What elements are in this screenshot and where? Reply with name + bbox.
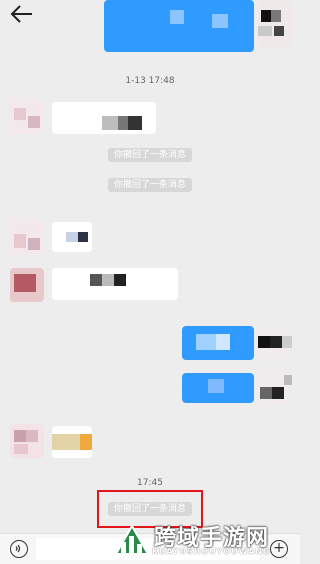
avatar-self[interactable] bbox=[258, 0, 292, 48]
site-watermark: 跨域手游网 KUAYUSHOUYOUWANG bbox=[112, 518, 300, 563]
avatar-self[interactable] bbox=[258, 326, 292, 360]
watermark-subtitle: KUAYUSHOUYOUWANG bbox=[152, 547, 271, 556]
message-bubble-self[interactable] bbox=[182, 373, 254, 403]
recalled-message-notice: 你撤回了一条消息 bbox=[107, 148, 193, 162]
recalled-message-notice: 你撤回了一条消息 bbox=[107, 178, 193, 192]
avatar-contact[interactable] bbox=[10, 268, 44, 302]
message-bubble-self[interactable] bbox=[104, 0, 254, 52]
message-bubble-contact[interactable] bbox=[52, 268, 178, 300]
message-bubble-contact[interactable] bbox=[52, 426, 92, 458]
message-bubble-contact[interactable] bbox=[52, 222, 92, 252]
message-bubble-contact[interactable] bbox=[52, 102, 156, 134]
watermark-logo-icon bbox=[114, 523, 150, 555]
avatar-contact[interactable] bbox=[10, 424, 44, 458]
message-bubble-self[interactable] bbox=[182, 326, 254, 360]
back-arrow-icon[interactable] bbox=[10, 4, 34, 24]
avatar-contact[interactable] bbox=[10, 100, 44, 134]
avatar-contact[interactable] bbox=[10, 220, 44, 254]
timestamp: 1-13 17:48 bbox=[125, 76, 175, 86]
timestamp: 17:45 bbox=[137, 478, 163, 488]
avatar-self[interactable] bbox=[258, 371, 292, 405]
message-list[interactable]: 1-13 17:48 你撤回了一条消息 你撤回了一条消息 17:45 你撤回了一… bbox=[0, 0, 300, 533]
voice-icon[interactable] bbox=[10, 540, 28, 558]
